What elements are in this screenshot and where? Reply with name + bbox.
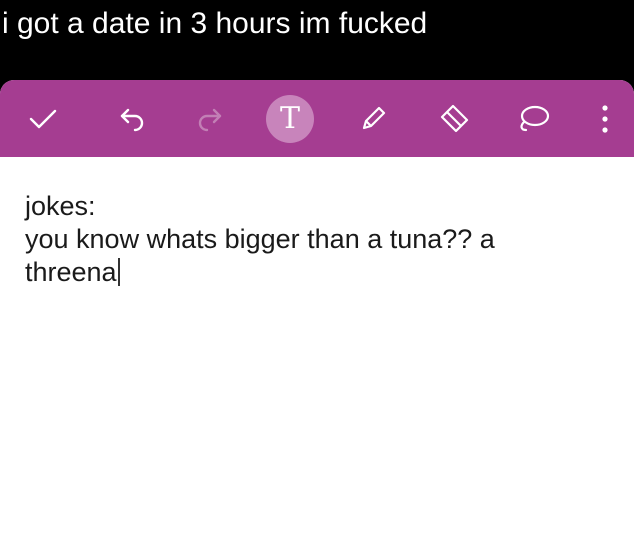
done-button[interactable] — [20, 80, 66, 157]
lasso-icon — [520, 105, 550, 131]
note-line-3: threena — [25, 256, 625, 289]
note-body[interactable]: jokes: you know whats bigger than a tuna… — [25, 190, 625, 289]
text-format-button[interactable]: T — [262, 80, 318, 157]
text-format-active-indicator: T — [266, 94, 314, 143]
undo-icon — [120, 108, 144, 131]
lasso-button[interactable] — [508, 80, 558, 157]
pen-icon — [362, 106, 386, 129]
meme-caption: i got a date in 3 hours im fucked — [0, 0, 634, 80]
text-format-icon: T — [279, 100, 300, 136]
more-vertical-icon — [602, 104, 608, 133]
note-line-2: you know whats bigger than a tuna?? a — [25, 224, 495, 254]
note-editor: T jokes: you know whats bigger than a tu… — [0, 80, 634, 543]
undo-button[interactable] — [110, 80, 156, 157]
caption-text: i got a date in 3 hours im fucked — [2, 7, 428, 40]
eraser-button[interactable] — [428, 80, 478, 157]
more-options-button[interactable] — [590, 80, 620, 157]
checkmark-icon — [29, 109, 57, 128]
editor-toolbar: T — [0, 80, 634, 157]
note-line-1: jokes: — [25, 191, 96, 221]
redo-button[interactable] — [186, 80, 232, 157]
pen-button[interactable] — [350, 80, 396, 157]
redo-icon — [198, 108, 222, 131]
text-cursor — [117, 258, 120, 286]
note-line-3-text: threena — [25, 257, 117, 287]
eraser-icon — [440, 104, 469, 132]
